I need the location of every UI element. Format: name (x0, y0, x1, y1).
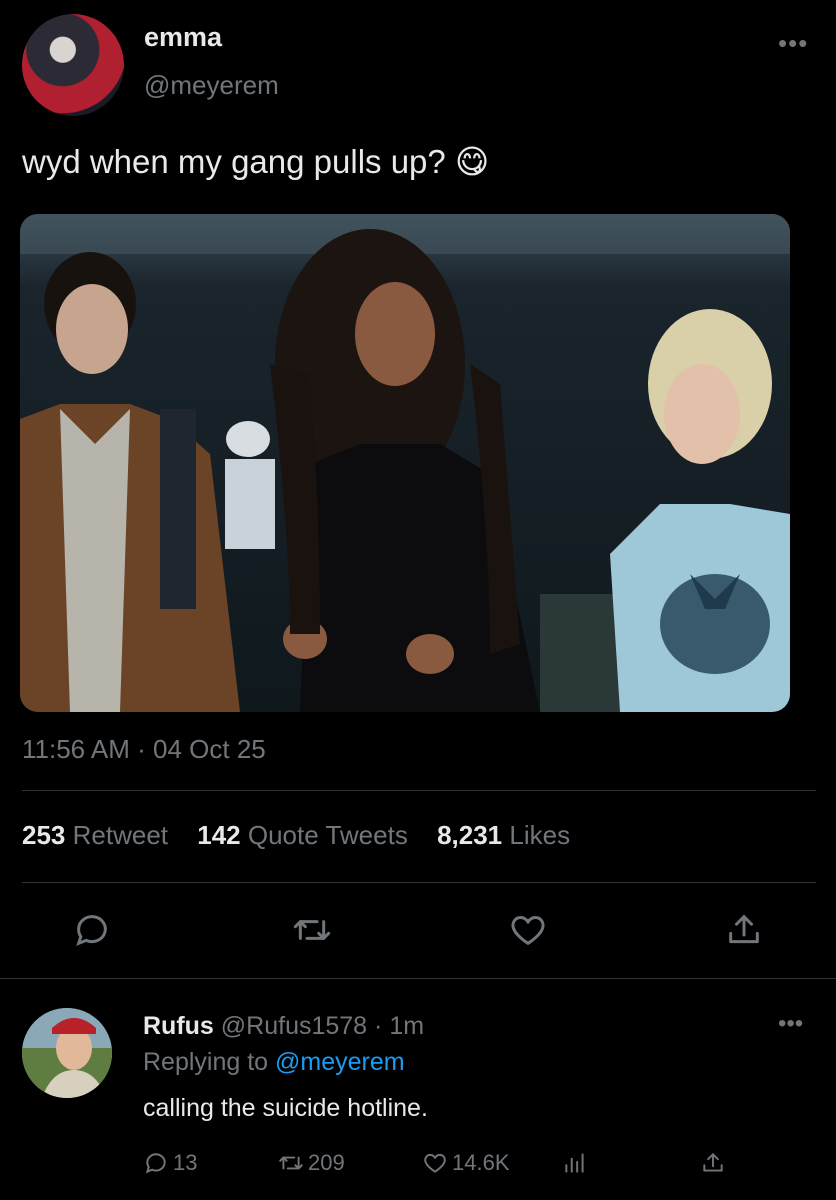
retweets-count: 253 (22, 820, 66, 850)
retweets-label: Retweet (72, 820, 169, 850)
likes-stat[interactable]: 8,231 Likes (437, 820, 570, 850)
reply-time: · 1m (374, 1012, 425, 1040)
tweet-text-body: wyd when my gang pulls up? (22, 143, 446, 180)
tweet-photo[interactable] (20, 214, 790, 712)
analytics-bars-glyph (565, 1153, 584, 1173)
reply-small-icon (145, 1153, 166, 1174)
analytics-icon[interactable] (562, 1150, 592, 1176)
reply-like-button[interactable]: 14.6K (422, 1150, 510, 1176)
engagement-stats: 253 Retweet 142 Quote Tweets 8,231 Likes (22, 820, 570, 851)
reply-text: calling the suicide hotline. (143, 1094, 428, 1122)
likes-count: 8,231 (437, 820, 503, 850)
replying-to-link[interactable]: @meyerem (275, 1048, 405, 1076)
author-handle[interactable]: @meyerem (144, 70, 279, 101)
reply-reply-button[interactable]: 13 (143, 1150, 197, 1176)
reply-reply-count: 13 (173, 1150, 198, 1175)
quotes-count: 142 (197, 820, 241, 850)
divider (22, 790, 816, 791)
quotes-label: Quote Tweets (247, 820, 408, 850)
emoji: 😋 (454, 143, 490, 180)
reply-like-count: 14.6K (452, 1150, 510, 1175)
reply-display-name[interactable]: Rufus (143, 1012, 214, 1040)
reply-retweet-count: 209 (308, 1150, 345, 1175)
like-small-icon (424, 1153, 446, 1173)
tweet-timestamp[interactable]: 11:56 AM · 04 Oct 25 (22, 734, 266, 765)
replying-to: Replying to @meyerem (143, 1048, 405, 1077)
reply-header: Rufus @Rufus1578 · 1m (143, 1012, 424, 1041)
tweet-separator (0, 978, 836, 979)
more-options-icon[interactable]: ••• (778, 28, 808, 59)
reply-retweet-button[interactable]: 209 (278, 1150, 345, 1176)
reply-avatar-illustration (22, 1008, 112, 1098)
likes-label: Likes (509, 820, 571, 850)
tweet-text: wyd when my gang pulls up? 😋 (22, 142, 489, 181)
author-display-name[interactable]: emma (144, 22, 222, 53)
author-avatar[interactable] (22, 14, 124, 116)
retweets-stat[interactable]: 253 Retweet (22, 820, 168, 850)
photo-illustration (20, 214, 790, 712)
reply-icon[interactable] (72, 910, 112, 950)
reply-handle[interactable]: @Rufus1578 (221, 1012, 367, 1040)
reply-author-avatar[interactable] (22, 1008, 112, 1098)
replying-prefix: Replying to (143, 1048, 269, 1076)
share-icon[interactable] (724, 910, 764, 950)
like-icon[interactable] (508, 910, 548, 950)
quotes-stat[interactable]: 142 Quote Tweets (197, 820, 408, 850)
retweet-icon[interactable] (292, 910, 332, 950)
share-small-glyph (703, 1153, 723, 1172)
reply-share-icon[interactable] (700, 1150, 730, 1176)
reply-more-options-icon[interactable]: ••• (778, 1010, 803, 1038)
divider (22, 882, 816, 883)
retweet-small-icon (279, 1156, 303, 1170)
